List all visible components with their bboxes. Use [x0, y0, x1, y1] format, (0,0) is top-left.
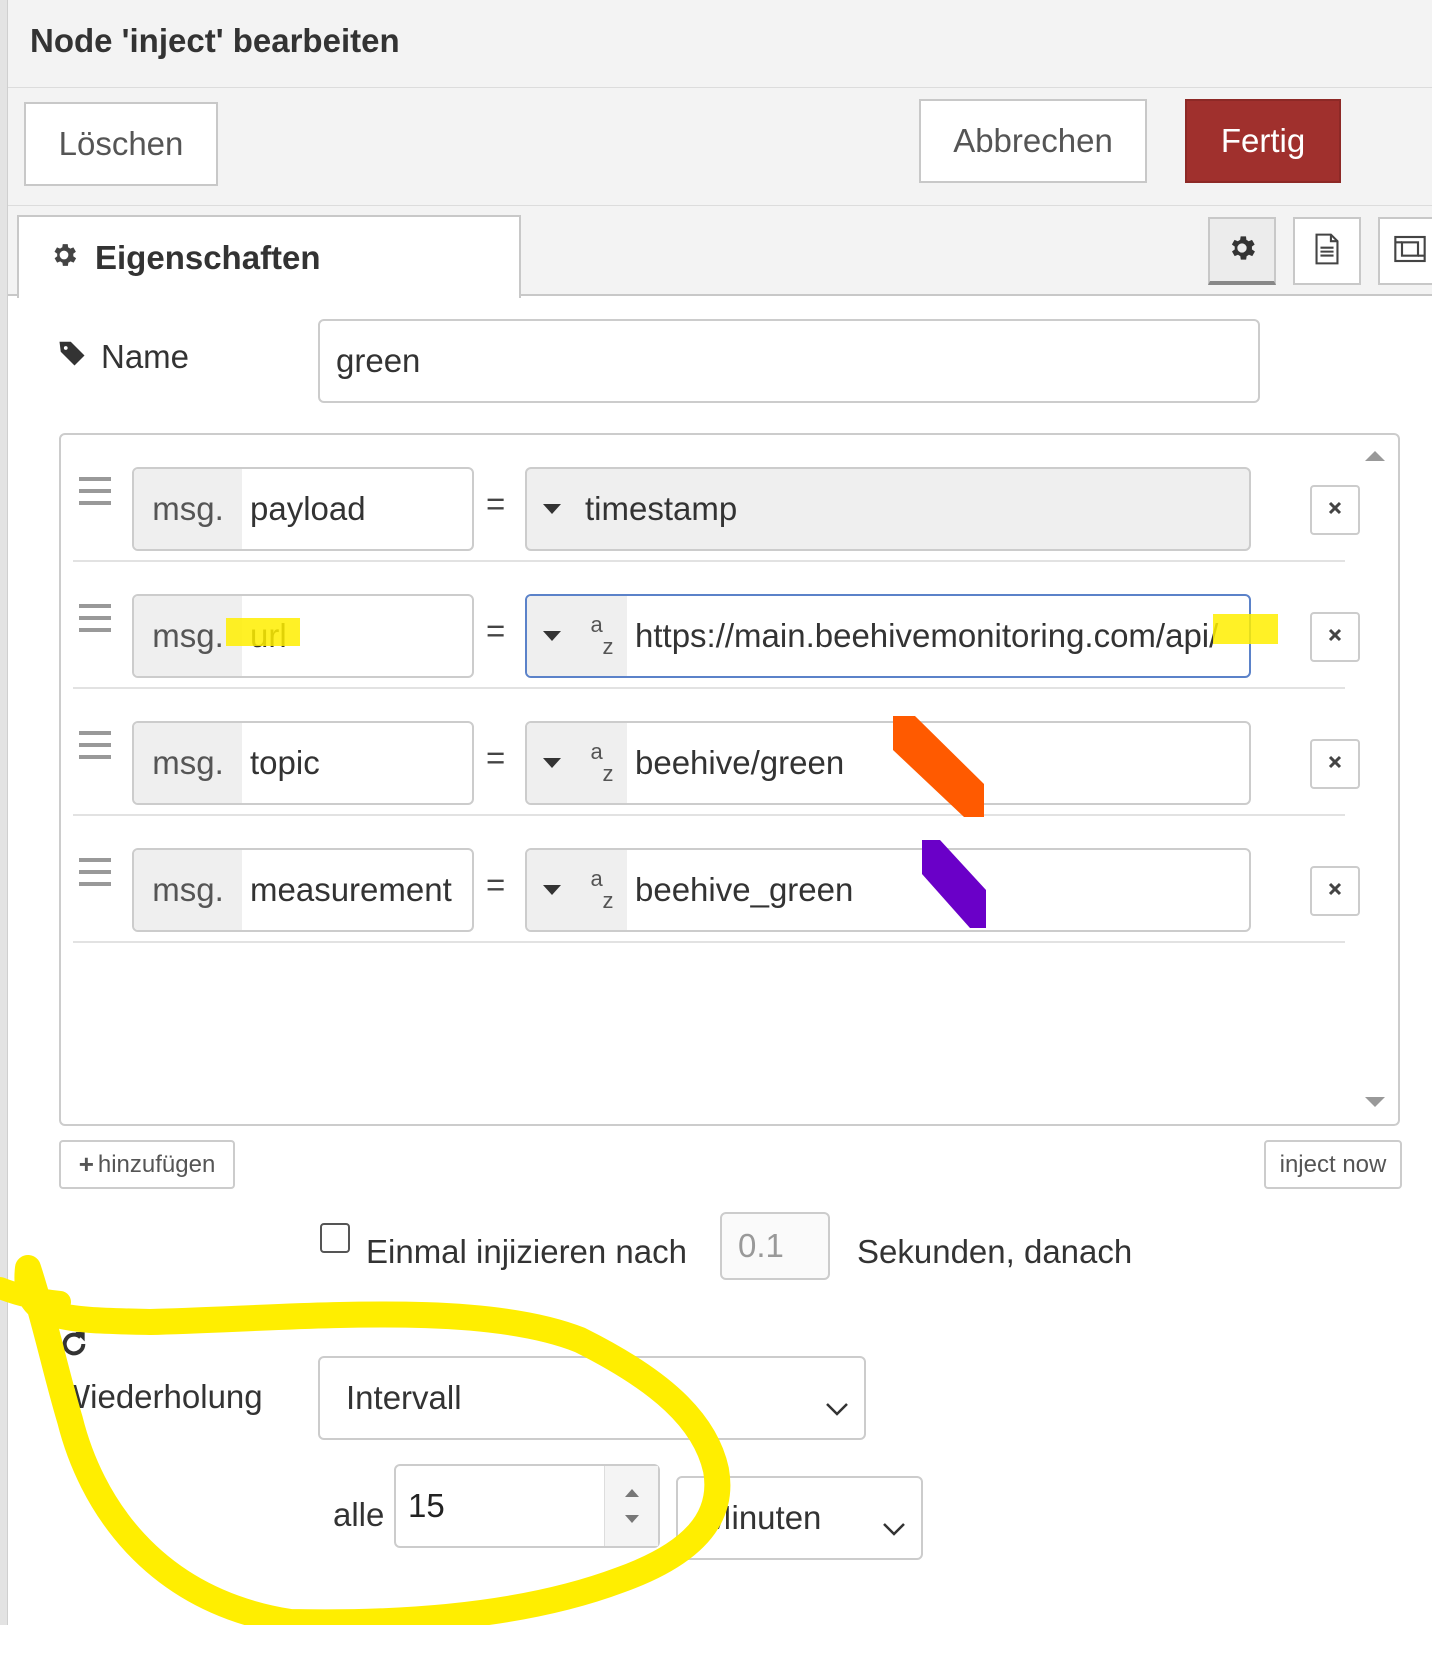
- drag-handle-icon[interactable]: [79, 858, 111, 894]
- appearance-tab-button[interactable]: [1378, 217, 1432, 285]
- name-label: Name: [57, 338, 189, 376]
- interval-unit-value: Minuten: [704, 1499, 822, 1536]
- close-icon: [1327, 881, 1343, 902]
- tag-icon: [57, 338, 87, 376]
- interval-value: 15: [408, 1487, 445, 1524]
- every-label: alle: [333, 1496, 385, 1533]
- msg-prefix: msg.: [134, 596, 242, 676]
- remove-row-button[interactable]: [1310, 612, 1360, 662]
- inject-once-suffix: Sekunden, danach: [857, 1233, 1133, 1270]
- property-name-input[interactable]: msg. payload: [132, 467, 474, 551]
- properties-tab-button[interactable]: [1208, 217, 1276, 285]
- type-glyph-bottom: z: [602, 761, 614, 786]
- done-button[interactable]: Fertig: [1185, 99, 1341, 183]
- remove-row-button[interactable]: [1310, 866, 1360, 916]
- equals-sign: =: [486, 612, 506, 649]
- msg-prefix: msg.: [134, 850, 242, 930]
- window-left-edge: [0, 0, 8, 1625]
- close-icon: [1327, 500, 1343, 521]
- msg-prefix: msg.: [134, 469, 242, 549]
- string-type-icon: az: [577, 850, 627, 930]
- caret-down-icon[interactable]: [527, 850, 577, 930]
- drag-handle-icon[interactable]: [79, 477, 111, 513]
- list-item: msg. payload = timestamp: [73, 435, 1360, 562]
- property-name-value: url: [250, 617, 287, 654]
- inject-once-label: Einmal injizieren nach: [366, 1233, 687, 1270]
- add-property-label: hinzufügen: [97, 1150, 216, 1178]
- property-value-text: beehive_green: [635, 871, 854, 908]
- name-label-text: Name: [101, 338, 190, 375]
- repeat-mode-value: Intervall: [346, 1379, 462, 1416]
- tab-properties[interactable]: Eigenschaften: [17, 215, 521, 298]
- chevron-down-icon: [824, 1388, 850, 1426]
- scroll-up-arrow-icon[interactable]: [1365, 451, 1385, 461]
- string-type-icon: az: [577, 723, 627, 803]
- property-list[interactable]: msg. payload = timestamp msg. url = az h…: [59, 433, 1400, 1126]
- add-property-button[interactable]: + hinzufügen: [59, 1140, 235, 1189]
- scroll-down-arrow-icon[interactable]: [1365, 1097, 1385, 1107]
- delete-button[interactable]: Löschen: [24, 102, 218, 186]
- equals-sign: =: [486, 739, 506, 776]
- property-name-input[interactable]: msg. topic: [132, 721, 474, 805]
- close-icon: [1327, 754, 1343, 775]
- repeat-mode-select[interactable]: Intervall: [318, 1356, 866, 1440]
- inject-once-delay-input[interactable]: 0.1: [720, 1212, 830, 1280]
- property-value-input[interactable]: az beehive/green: [525, 721, 1251, 805]
- property-value-input[interactable]: az beehive_green: [525, 848, 1251, 932]
- caret-down-icon[interactable]: [527, 723, 577, 803]
- close-icon: [1327, 627, 1343, 648]
- description-tab-button[interactable]: [1293, 217, 1361, 285]
- msg-prefix: msg.: [134, 723, 242, 803]
- appearance-icon: [1392, 233, 1428, 270]
- name-input[interactable]: green: [318, 319, 1260, 403]
- remove-row-button[interactable]: [1310, 485, 1360, 535]
- property-value-input[interactable]: az https://main.beehivemonitoring.com/ap…: [525, 594, 1251, 678]
- property-name-value: topic: [250, 744, 320, 781]
- interval-number-input[interactable]: 15: [394, 1464, 660, 1548]
- repeat-label: Wiederholung: [59, 1378, 263, 1415]
- type-glyph-bottom: z: [602, 634, 614, 659]
- inject-now-button[interactable]: inject now: [1264, 1140, 1402, 1189]
- spinner-down-icon[interactable]: [623, 1513, 641, 1525]
- refresh-icon: [58, 1328, 90, 1365]
- property-value-select[interactable]: timestamp: [525, 467, 1251, 551]
- dialog-title: Node 'inject' bearbeiten: [30, 22, 400, 59]
- type-glyph-bottom: z: [602, 888, 614, 913]
- list-item: msg. measurement = az beehive_green: [73, 816, 1360, 943]
- property-name-value: payload: [250, 490, 366, 527]
- property-value-text: https://main.beehivemonitoring.com/api/: [635, 617, 1219, 654]
- plus-icon: +: [78, 1149, 94, 1179]
- tabs-row: Eigenschaften: [8, 206, 1432, 298]
- cancel-button[interactable]: Abbrechen: [919, 99, 1147, 183]
- chevron-down-icon: [881, 1508, 907, 1546]
- inject-once-checkbox[interactable]: [320, 1223, 350, 1253]
- equals-sign: =: [486, 866, 506, 903]
- gear-icon: [49, 240, 79, 275]
- dialog-header: Node 'inject' bearbeiten: [8, 0, 1432, 88]
- property-value-text: beehive/green: [635, 744, 845, 781]
- dialog-button-bar: Löschen Abbrechen Fertig: [8, 88, 1432, 206]
- remove-row-button[interactable]: [1310, 739, 1360, 789]
- property-name-value: measurement: [250, 871, 452, 908]
- page-bottom: [0, 1625, 1432, 1664]
- spinner-arrows[interactable]: [604, 1466, 658, 1546]
- drag-handle-icon[interactable]: [79, 731, 111, 767]
- list-item: msg. url = az https://main.beehivemonito…: [73, 562, 1360, 689]
- gear-icon: [1226, 232, 1258, 269]
- equals-sign: =: [486, 485, 506, 522]
- interval-unit-select[interactable]: Minuten: [676, 1476, 923, 1560]
- property-name-input[interactable]: msg. url: [132, 594, 474, 678]
- description-icon: [1311, 232, 1343, 271]
- list-item: msg. topic = az beehive/green: [73, 689, 1360, 816]
- property-name-input[interactable]: msg. measurement: [132, 848, 474, 932]
- caret-down-icon[interactable]: [527, 596, 577, 676]
- string-type-icon: az: [577, 596, 627, 676]
- property-value-text: timestamp: [585, 490, 738, 527]
- drag-handle-icon[interactable]: [79, 604, 111, 640]
- spinner-up-icon[interactable]: [623, 1487, 641, 1499]
- tab-properties-label: Eigenschaften: [95, 238, 321, 276]
- caret-down-icon[interactable]: [527, 469, 577, 549]
